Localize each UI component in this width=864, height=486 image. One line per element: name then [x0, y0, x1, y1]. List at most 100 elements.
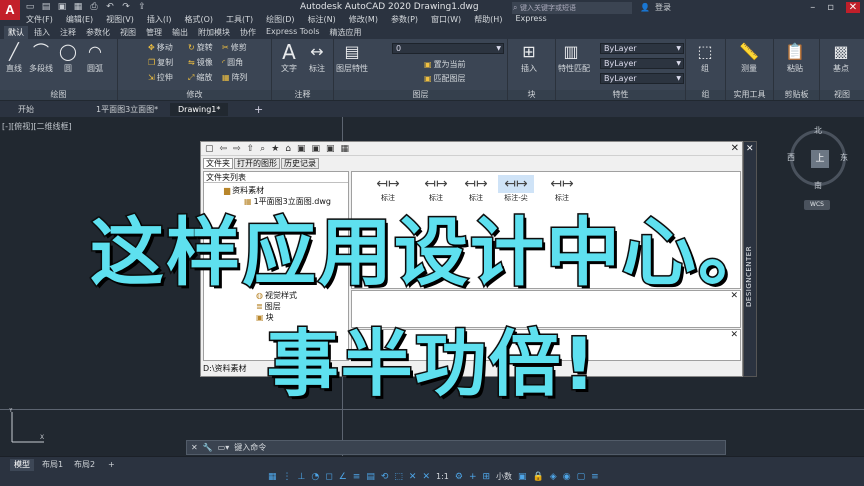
wrench-icon[interactable]: 🔧: [203, 443, 213, 452]
tab-addins[interactable]: 附加模块: [194, 26, 234, 39]
measure-tool[interactable]: 📏 测量: [736, 41, 762, 74]
lineweight-icon[interactable]: ≡: [353, 472, 361, 482]
transparency-icon[interactable]: ▤: [366, 472, 375, 482]
undo-icon[interactable]: ↶: [104, 2, 116, 13]
move-tool[interactable]: ✥ 移动: [148, 42, 173, 53]
views-icon[interactable]: ▦: [341, 144, 350, 154]
polar-icon[interactable]: ◔: [311, 472, 319, 482]
load-icon[interactable]: ▢: [205, 144, 214, 154]
tab-featured-apps[interactable]: 精选应用: [326, 26, 366, 39]
viewcube-north[interactable]: 北: [814, 125, 822, 136]
command-input[interactable]: 键入命令: [234, 442, 266, 453]
menu-dimension[interactable]: 标注(N): [308, 14, 336, 26]
tree-toggle-icon[interactable]: ▣: [297, 144, 306, 154]
layout-tab-layout2[interactable]: 布局2: [70, 459, 99, 471]
search-input[interactable]: ⌕ 键入关键字或短语: [512, 2, 632, 14]
viewcube-top-face[interactable]: 上: [811, 150, 829, 168]
snap-icon[interactable]: ⋮: [283, 472, 292, 482]
menu-modify[interactable]: 修改(M): [349, 14, 378, 26]
command-line[interactable]: ✕ 🔧 ▭▾ 键入命令: [186, 440, 726, 455]
maximize-icon[interactable]: ▫: [827, 2, 834, 13]
redo-icon[interactable]: ↷: [120, 2, 132, 13]
close-icon[interactable]: ✕: [191, 443, 198, 452]
home-icon[interactable]: ⌂: [285, 144, 291, 154]
layout-tab-model[interactable]: 模型: [10, 459, 34, 471]
menu-edit[interactable]: 编辑(E): [66, 14, 93, 26]
scale-tool[interactable]: ⤢ 缩放: [188, 72, 212, 83]
login-area[interactable]: 👤 登录: [640, 2, 671, 13]
close-icon[interactable]: ✕: [746, 144, 754, 154]
panel-groups-title[interactable]: 组: [686, 90, 725, 100]
tab-manage[interactable]: 管理: [142, 26, 166, 39]
menu-express[interactable]: Express: [515, 14, 546, 26]
tab-default[interactable]: 默认: [4, 26, 28, 39]
annotation-visibility-icon[interactable]: ✕: [409, 472, 417, 482]
panel-modify-title[interactable]: 修改: [118, 90, 271, 100]
forward-icon[interactable]: ⇨: [233, 144, 241, 154]
3d-osnap-icon[interactable]: ⬚: [394, 472, 403, 482]
add-layout-button[interactable]: +: [104, 459, 119, 471]
saveas-icon[interactable]: ▦: [72, 2, 84, 13]
tab-view[interactable]: 视图: [116, 26, 140, 39]
lock-icon[interactable]: 🔒: [533, 472, 544, 482]
menu-insert[interactable]: 插入(I): [147, 14, 172, 26]
hardware-acceleration-icon[interactable]: ◉: [563, 472, 571, 482]
paste-tool[interactable]: 📋 粘贴: [782, 41, 808, 74]
menu-help[interactable]: 帮助(H): [474, 14, 502, 26]
group-tool[interactable]: ⬚ 组: [692, 41, 718, 74]
polyline-tool[interactable]: ⌒ 多段线: [28, 41, 54, 74]
minimize-icon[interactable]: –: [810, 2, 815, 13]
stretch-tool[interactable]: ⇲ 拉伸: [148, 72, 173, 83]
units-value[interactable]: 小数: [496, 471, 512, 482]
favorites-icon[interactable]: ★: [271, 144, 279, 154]
panel-draw-title[interactable]: 绘图: [0, 90, 117, 100]
share-icon[interactable]: ⇪: [136, 2, 148, 13]
osnap-icon[interactable]: ◻: [325, 472, 332, 482]
panel-view-title[interactable]: 视图: [820, 90, 864, 100]
file-tab-start[interactable]: 开始: [10, 103, 42, 116]
panel-block-title[interactable]: 块: [508, 90, 555, 100]
linetype-dropdown[interactable]: ByLayer ▼: [600, 58, 684, 69]
fillet-tool[interactable]: ◜ 圆角: [222, 57, 243, 68]
print-icon[interactable]: ⎙: [88, 2, 100, 13]
copy-tool[interactable]: ❐ 复制: [148, 57, 173, 68]
match-layer-tool[interactable]: ▣ 匹配图层: [424, 73, 466, 84]
panel-annotation-title[interactable]: 注释: [272, 90, 333, 100]
layer-properties-tool[interactable]: ▤ 图层特性: [336, 41, 368, 74]
tab-open-drawings[interactable]: 打开的图形: [234, 158, 280, 169]
customize-icon[interactable]: ≡: [591, 472, 599, 482]
trim-tool[interactable]: ✂ 修剪: [222, 42, 247, 53]
insert-block-tool[interactable]: ⊞ 插入: [516, 41, 542, 74]
new-icon[interactable]: ▭: [24, 2, 36, 13]
file-tab-drawing1[interactable]: Drawing1*: [170, 103, 229, 116]
menu-tools[interactable]: 工具(T): [226, 14, 253, 26]
autocad-logo[interactable]: A: [0, 0, 20, 20]
search-icon[interactable]: ⌕: [260, 144, 265, 154]
viewcube-east[interactable]: 东: [840, 152, 848, 163]
clean-screen-icon[interactable]: ▢: [577, 472, 586, 482]
circle-tool[interactable]: ◯ 圆: [55, 41, 81, 74]
file-tab-plan[interactable]: 1平面图3立面图*: [88, 103, 166, 116]
arc-tool[interactable]: ◠ 圆弧: [82, 41, 108, 74]
rotate-tool[interactable]: ↻ 旋转: [188, 42, 213, 53]
layer-dropdown[interactable]: 0 ▼: [392, 43, 504, 54]
tab-parametric[interactable]: 参数化: [82, 26, 114, 39]
up-folder-icon[interactable]: ⇧: [247, 144, 255, 154]
quick-properties-icon[interactable]: ▣: [518, 472, 527, 482]
layout-tab-layout1[interactable]: 布局1: [38, 459, 67, 471]
viewcube-west[interactable]: 西: [787, 152, 795, 163]
menu-view[interactable]: 视图(V): [106, 14, 134, 26]
tab-insert[interactable]: 插入: [30, 26, 54, 39]
lineweight-dropdown[interactable]: ByLayer ▼: [600, 73, 684, 84]
match-properties-tool[interactable]: ▥ 特性匹配: [558, 41, 590, 74]
make-current-tool[interactable]: ▣ 置为当前: [424, 59, 466, 70]
annotation-scale-icon[interactable]: ✕: [422, 472, 430, 482]
gear-icon[interactable]: ⚙: [455, 472, 463, 482]
description-icon[interactable]: ▣: [326, 144, 335, 154]
tab-output[interactable]: 输出: [168, 26, 192, 39]
isolate-icon[interactable]: ◈: [550, 472, 557, 482]
save-icon[interactable]: ▣: [56, 2, 68, 13]
otrack-icon[interactable]: ∠: [339, 472, 347, 482]
back-icon[interactable]: ⇦: [220, 144, 228, 154]
tab-history[interactable]: 历史记录: [281, 158, 319, 169]
